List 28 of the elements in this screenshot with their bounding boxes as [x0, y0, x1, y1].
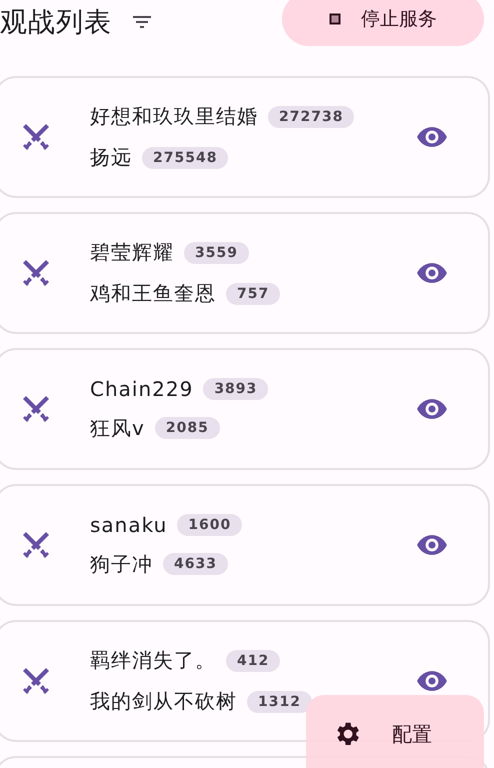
score-badge: 272738 — [268, 106, 354, 128]
player-name: sanaku — [90, 512, 168, 536]
player-name: Chain229 — [90, 376, 194, 400]
player-name: 好想和玖玖里结婚 — [90, 103, 258, 130]
player-name: 狗子冲 — [90, 550, 153, 578]
match-card[interactable]: 好想和玖玖里结婚 272738 扬远 275548 — [0, 76, 490, 198]
score-badge: 1600 — [177, 514, 242, 536]
match-card[interactable]: sanaku 1600 狗子冲 4633 — [0, 484, 490, 606]
player-name: 扬远 — [90, 144, 132, 171]
stop-service-button[interactable]: 停止服务 — [282, 0, 484, 46]
match-card[interactable]: 碧莹辉耀 3559 鸡和王鱼奎恩 757 — [0, 212, 490, 334]
score-badge: 1312 — [247, 690, 312, 712]
stop-icon — [329, 13, 341, 25]
score-badge: 757 — [226, 282, 280, 304]
player-name: 狂风v — [90, 414, 145, 442]
settings-button[interactable]: 配置 — [306, 695, 484, 768]
page-title: 观战列表 — [0, 6, 112, 40]
player-name: 我的剑从不砍树 — [90, 688, 237, 715]
player-name: 鸡和王鱼奎恩 — [90, 280, 216, 307]
score-badge: 412 — [226, 650, 280, 672]
player-name: 羁绊消失了。 — [90, 647, 216, 674]
score-badge: 4633 — [163, 553, 228, 575]
score-badge: 3559 — [184, 242, 249, 264]
score-badge: 275548 — [142, 146, 228, 168]
score-badge: 3893 — [203, 378, 268, 400]
player-name: 碧莹辉耀 — [90, 239, 174, 266]
score-badge: 2085 — [154, 417, 220, 439]
match-card[interactable]: Chain229 3893 狂风v 2085 — [0, 348, 490, 470]
